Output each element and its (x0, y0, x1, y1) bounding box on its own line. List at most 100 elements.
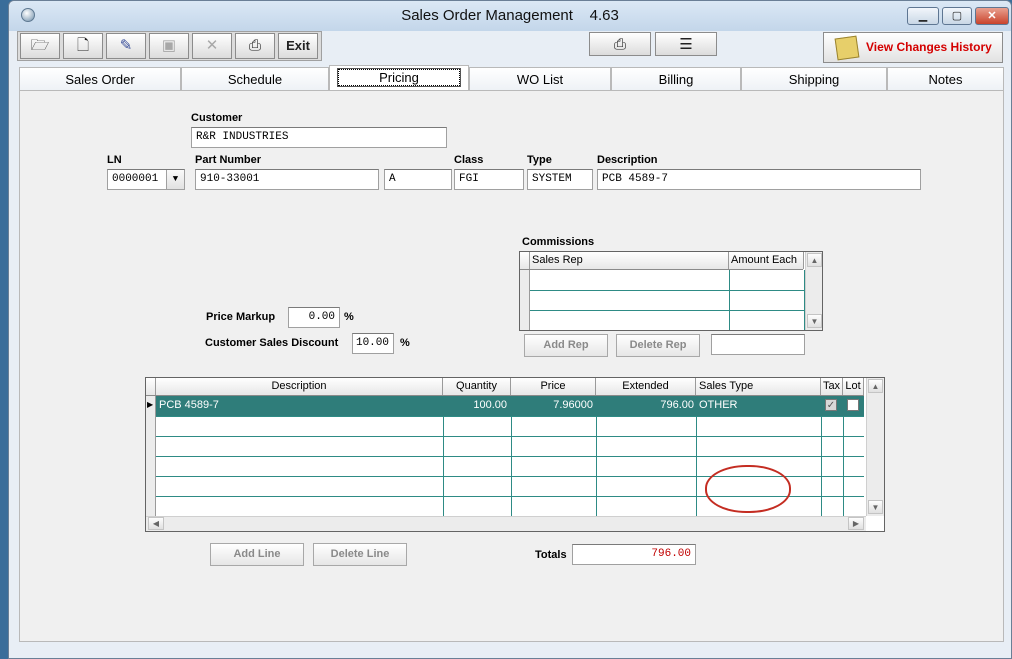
exit-button[interactable]: Exit (278, 33, 318, 59)
description-label: Description (597, 154, 658, 166)
quantity-column-header[interactable]: Quantity (443, 378, 511, 395)
delete-line-button[interactable]: Delete Line (313, 543, 407, 566)
class-field[interactable]: FGI (454, 169, 524, 190)
price-column-header[interactable]: Price (511, 378, 596, 395)
add-rep-button[interactable]: Add Rep (524, 334, 608, 357)
current-row-arrow-icon: ▶ (147, 400, 154, 409)
view-changes-history-label: View Changes History (866, 40, 992, 54)
grid-line (443, 416, 444, 516)
row-sales-type: OTHER (699, 399, 738, 411)
row-price: 7.96000 (553, 399, 593, 411)
line-items-horizontal-scrollbar[interactable]: ◀ ▶ (146, 516, 866, 531)
customer-field[interactable]: R&R INDUSTRIES (191, 127, 447, 148)
rep-search-field[interactable] (711, 334, 805, 355)
maximize-button[interactable]: ▢ (942, 7, 972, 25)
part-number-label: Part Number (195, 154, 262, 166)
scroll-up-icon[interactable]: ▲ (868, 379, 883, 393)
scroll-up-icon[interactable]: ▲ (807, 253, 822, 267)
add-line-button[interactable]: Add Line (210, 543, 304, 566)
customer-sales-discount-label: Customer Sales Discount (205, 337, 339, 349)
tab-pricing-label: Pricing (337, 68, 461, 87)
tab-notes[interactable]: Notes (887, 67, 1004, 90)
tab-schedule[interactable]: Schedule (181, 67, 329, 90)
chevron-down-icon[interactable]: ▼ (166, 170, 184, 189)
row-indicator-column: ▶ (146, 396, 156, 516)
extended-column-header[interactable]: Extended (596, 378, 696, 395)
print-button[interactable]: ⎙ (235, 33, 275, 59)
class-label: Class (454, 154, 484, 166)
tab-pricing[interactable]: Pricing (329, 65, 469, 90)
list-icon: ☰ (679, 36, 693, 53)
tax-column-header[interactable]: Tax (821, 378, 843, 395)
app-window: Sales Order Management 4.63 ▁ ▢ ✕ 🗁 🗋 ✎ … (8, 0, 1012, 659)
customer-sales-discount-unit: % (400, 337, 410, 349)
title-bar: Sales Order Management 4.63 ▁ ▢ ✕ (9, 1, 1011, 31)
row-indicator-header (146, 378, 156, 395)
open-button[interactable]: 🗁 (20, 33, 60, 59)
edit-icon: ✎ (119, 37, 133, 54)
ln-dropdown[interactable]: 0000001 ▼ (107, 169, 185, 190)
edit-button[interactable]: ✎ (106, 33, 146, 59)
grid-line (156, 456, 864, 457)
delete-rep-button[interactable]: Delete Rep (616, 334, 700, 357)
totals-label: Totals (535, 549, 567, 561)
amount-each-column-header[interactable]: Amount Each (729, 252, 804, 269)
tab-wo-list[interactable]: WO List (469, 67, 611, 90)
sales-rep-column-header[interactable]: Sales Rep (530, 252, 729, 269)
grid-line (511, 416, 512, 516)
scroll-down-icon[interactable]: ▼ (868, 500, 883, 514)
line-items-vertical-scrollbar[interactable]: ▲ ▼ (866, 378, 884, 516)
description-field[interactable]: PCB 4589-7 (597, 169, 921, 190)
customer-label: Customer (191, 112, 243, 124)
commissions-header: Sales Rep Amount Each (520, 252, 804, 270)
print-report-button[interactable]: ⎙ (589, 32, 651, 56)
scroll-left-icon[interactable]: ◀ (148, 517, 164, 530)
folder-open-icon: 🗁 (30, 37, 50, 54)
table-row[interactable]: PCB 4589-7 100.00 7.96000 796.00 OTHER ✓ (156, 396, 864, 416)
delete-button[interactable]: ✕ (192, 33, 232, 59)
grid-line (843, 416, 844, 516)
minimize-button[interactable]: ▁ (907, 7, 939, 25)
lot-checkbox[interactable] (847, 399, 859, 411)
commissions-grid: Sales Rep Amount Each ▲ ▼ (519, 251, 823, 331)
save-icon: ▣ (161, 37, 177, 54)
close-window-button[interactable]: ✕ (975, 7, 1009, 25)
type-field[interactable]: SYSTEM (527, 169, 593, 190)
grid-line (729, 270, 730, 330)
tab-shipping[interactable]: Shipping (741, 67, 887, 90)
grid-line (821, 416, 822, 516)
ln-value: 0000001 (112, 173, 159, 185)
tab-sales-order[interactable]: Sales Order (19, 67, 181, 90)
pricing-panel: Customer R&R INDUSTRIES LN 0000001 ▼ Par… (19, 90, 1004, 642)
window-title: Sales Order Management 4.63 (401, 7, 619, 24)
grid-line (530, 310, 804, 311)
scroll-right-icon[interactable]: ▶ (848, 517, 864, 530)
minimize-icon: ▁ (918, 10, 928, 22)
commissions-scrollbar[interactable]: ▲ ▼ (805, 252, 822, 330)
description-column-header[interactable]: Description (156, 378, 443, 395)
commissions-title: Commissions (522, 236, 595, 248)
scroll-down-icon[interactable]: ▼ (807, 314, 822, 328)
view-changes-history-button[interactable]: View Changes History (823, 32, 1003, 63)
tab-billing[interactable]: Billing (611, 67, 741, 90)
new-button[interactable]: 🗋 (63, 33, 103, 59)
grid-line (596, 416, 597, 516)
row-description: PCB 4589-7 (159, 399, 219, 411)
save-button[interactable]: ▣ (149, 33, 189, 59)
tab-strip: Sales Order Schedule Pricing WO List Bil… (19, 65, 1004, 91)
customer-sales-discount-field[interactable]: 10.00 (352, 333, 394, 354)
history-notes-icon (834, 35, 860, 61)
list-view-button[interactable]: ☰ (655, 32, 717, 56)
grid-line (156, 436, 864, 437)
price-markup-unit: % (344, 311, 354, 323)
sales-type-column-header[interactable]: Sales Type (696, 378, 821, 395)
part-number-field[interactable]: 910-33001 (195, 169, 379, 190)
maximize-icon: ▢ (951, 10, 963, 22)
tax-checkbox[interactable]: ✓ (825, 399, 837, 411)
price-markup-field[interactable]: 0.00 (288, 307, 340, 328)
revision-field[interactable]: A (384, 169, 452, 190)
row-extended: 796.00 (660, 399, 694, 411)
lot-column-header[interactable]: Lot (843, 378, 864, 395)
grid-line (530, 290, 804, 291)
delete-x-icon: ✕ (205, 37, 219, 54)
